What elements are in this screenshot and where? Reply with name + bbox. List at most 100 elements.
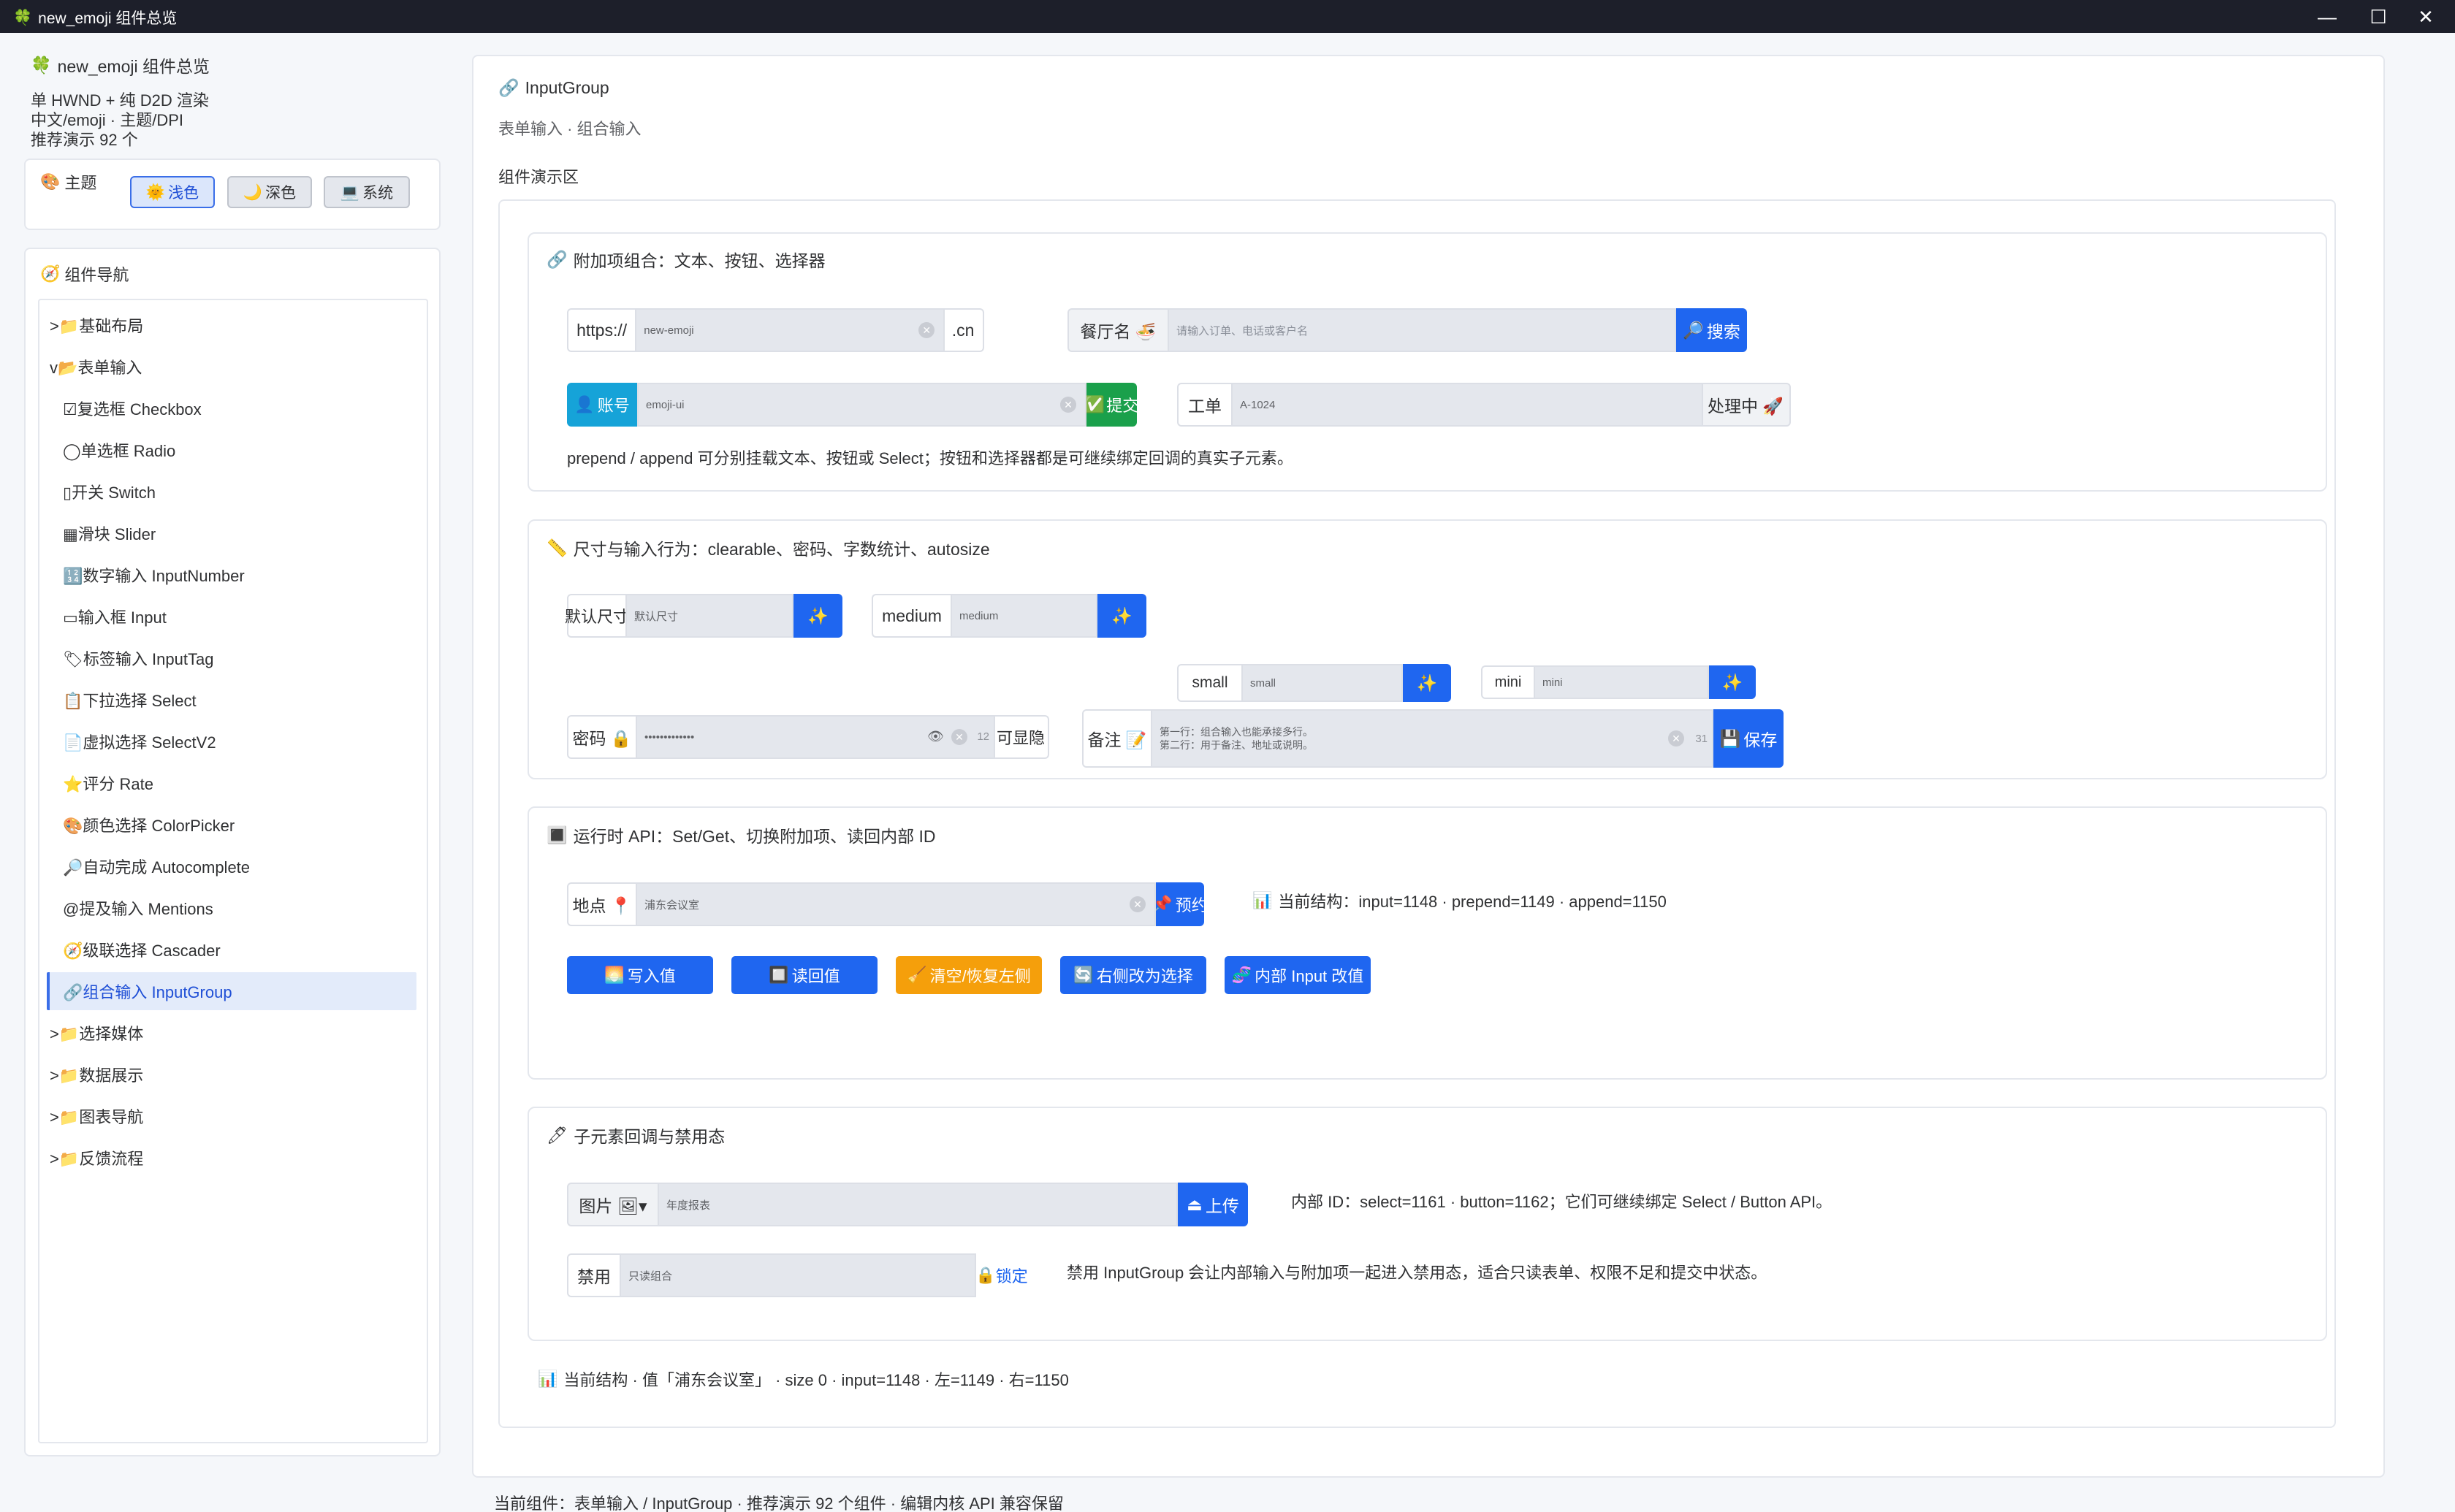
nav-item-switch[interactable]: ▯开关 Switch bbox=[63, 473, 156, 511]
chart-icon: 📊 bbox=[1252, 891, 1273, 909]
close-button[interactable]: ✕ bbox=[2404, 3, 2448, 31]
nav-item-autocomplete[interactable]: 🔎自动完成 Autocomplete bbox=[63, 847, 250, 885]
nav-item-colorpicker[interactable]: 🎨颜色选择 ColorPicker bbox=[63, 806, 235, 844]
nav-item-basic-layout[interactable]: >📁基础布局 bbox=[50, 306, 143, 344]
theme-button-label: 系统 bbox=[362, 185, 394, 202]
remark-textarea[interactable]: 第一行：组合输入也能承接多行。 第二行：用于备注、地址或说明。 ✕ 31 bbox=[1151, 709, 1713, 768]
disabled-input: 只读组合 bbox=[620, 1253, 976, 1297]
sparkle-icon: ✨ bbox=[807, 606, 829, 625]
nav-item-inputnumber[interactable]: 🔢数字输入 InputNumber bbox=[63, 556, 245, 594]
nav-item-checkbox[interactable]: ☑复选框 Checkbox bbox=[63, 389, 202, 427]
nav-item-chart-nav[interactable]: >📁图表导航 bbox=[50, 1097, 143, 1135]
nav-item-radio[interactable]: ◯单选框 Radio bbox=[63, 431, 175, 469]
append-toggle[interactable]: 可显隐 bbox=[994, 715, 1049, 759]
maximize-button[interactable]: ☐ bbox=[2356, 3, 2400, 31]
sparkle-button[interactable]: ✨ bbox=[1403, 664, 1451, 702]
url-input[interactable]: new-emoji ✕ bbox=[635, 308, 945, 352]
button-label: 搜索 bbox=[1706, 322, 1740, 341]
sparkle-button[interactable]: ✨ bbox=[793, 594, 842, 638]
input-group-medium: medium medium ✨ bbox=[872, 594, 1146, 638]
eye-icon[interactable]: 👁 bbox=[927, 730, 944, 743]
image-input[interactable]: 年度报表 bbox=[658, 1183, 1178, 1226]
app-description: 单 HWND + 纯 D2D 渲染 中文/emoji · 主题/DPI 推荐演示… bbox=[31, 91, 209, 150]
section-title-text: 子元素回调与禁用态 bbox=[574, 1127, 726, 1146]
theme-card: 🎨 主题 🌞 浅色 🌙 深色 💻 系统 bbox=[24, 159, 441, 230]
write-value-button[interactable]: 🌅 写入值 bbox=[567, 956, 713, 994]
default-size-input[interactable]: 默认尺寸 bbox=[625, 594, 793, 638]
nav-item-input[interactable]: ▭输入框 Input bbox=[63, 597, 167, 635]
sparkle-button[interactable]: ✨ bbox=[1709, 665, 1756, 699]
append-label: 锁定 bbox=[995, 1267, 1028, 1286]
input-placeholder: 请输入订单、电话或客户名 bbox=[1176, 324, 1309, 337]
clear-icon[interactable]: ✕ bbox=[951, 729, 967, 745]
user-icon: 👤 bbox=[574, 395, 595, 413]
password-input[interactable]: ••••••••••••• 👁 ✕ 12 bbox=[636, 715, 995, 759]
theme-system-button[interactable]: 💻 系统 bbox=[324, 176, 410, 208]
clear-icon[interactable]: ✕ bbox=[1130, 896, 1146, 912]
account-input[interactable]: emoji-ui ✕ bbox=[637, 383, 1086, 427]
nav-item-inputtag[interactable]: 🏷标签输入 InputTag bbox=[63, 639, 213, 677]
nav-item-selectv2[interactable]: 📄虚拟选择 SelectV2 bbox=[63, 722, 216, 760]
medium-input[interactable]: medium bbox=[951, 594, 1097, 638]
clear-icon[interactable]: ✕ bbox=[1668, 730, 1684, 747]
button-label: 内部 Input 改值 bbox=[1255, 967, 1364, 985]
append-status: 处理中 🚀 bbox=[1702, 383, 1791, 427]
mini-input[interactable]: mini bbox=[1534, 665, 1709, 699]
prepend-text: https:// bbox=[567, 308, 636, 352]
input-value: ••••••••••••• bbox=[644, 730, 695, 744]
search-input[interactable]: 请输入订单、电话或客户名 bbox=[1168, 308, 1676, 352]
theme-light-button[interactable]: 🌞 浅色 bbox=[130, 176, 215, 208]
save-button[interactable]: 💾 保存 bbox=[1713, 709, 1784, 768]
prepend-select[interactable]: 图片 🖼▾ bbox=[567, 1183, 658, 1226]
clear-icon[interactable]: ✕ bbox=[1060, 397, 1076, 413]
page-title-text: InputGroup bbox=[525, 78, 609, 97]
read-value-button[interactable]: 🔲 读回值 bbox=[731, 956, 878, 994]
nav-item-data-display[interactable]: >📁数据展示 bbox=[50, 1055, 143, 1093]
prepend-text: 禁用 bbox=[567, 1253, 620, 1297]
nav-item-select[interactable]: 📋下拉选择 Select bbox=[63, 681, 197, 719]
nav-item-feedback[interactable]: >📁反馈流程 bbox=[50, 1139, 143, 1177]
input-value: 年度报表 bbox=[666, 1199, 711, 1212]
search-button[interactable]: 🔎 搜索 bbox=[1676, 308, 1747, 352]
lock-icon: 🔒 bbox=[975, 1266, 996, 1284]
sparkle-button[interactable]: ✨ bbox=[1097, 594, 1146, 638]
window-titlebar: 🍀 new_emoji 组件总览 — ☐ ✕ bbox=[0, 0, 2455, 33]
nav-item-inputgroup[interactable]: 🔗组合输入 InputGroup bbox=[63, 972, 232, 1010]
input-group-small: small small ✨ bbox=[1177, 664, 1451, 702]
clear-restore-button[interactable]: 🧹 清空/恢复左侧 bbox=[896, 956, 1042, 994]
book-button[interactable]: 📌 预约 bbox=[1152, 882, 1208, 926]
theme-dark-button[interactable]: 🌙 深色 bbox=[227, 176, 312, 208]
prepend-text: 默认尺寸 bbox=[565, 594, 629, 638]
nav-item-slider[interactable]: ▦滑块 Slider bbox=[63, 514, 156, 552]
refresh-icon: 🔄 bbox=[1073, 966, 1094, 984]
nav-item-select-media[interactable]: >📁选择媒体 bbox=[50, 1014, 143, 1052]
input-value: 默认尺寸 bbox=[634, 610, 679, 623]
nav-item-form-input[interactable]: v📂表单输入 bbox=[50, 348, 142, 386]
right-to-select-button[interactable]: 🔄 右侧改为选择 bbox=[1060, 956, 1206, 994]
location-input[interactable]: 浦东会议室 ✕ bbox=[636, 882, 1156, 926]
desc-line: 单 HWND + 纯 D2D 渲染 bbox=[31, 91, 209, 110]
nav-item-mentions[interactable]: @提及输入 Mentions bbox=[63, 889, 213, 927]
inner-input-change-button[interactable]: 🧬 内部 Input 改值 bbox=[1225, 956, 1371, 994]
nav-title-text: 组件导航 bbox=[64, 266, 129, 284]
prepend-select[interactable]: 餐厅名 🍜 bbox=[1067, 308, 1168, 352]
compass-icon: 🧭 bbox=[40, 264, 61, 283]
nav-item-rate[interactable]: ⭐评分 Rate bbox=[63, 764, 153, 802]
laptop-icon: 💻 bbox=[340, 183, 360, 201]
input-group-password: 密码 🔒 ••••••••••••• 👁 ✕ 12 可显隐 bbox=[567, 715, 1049, 759]
prepend-text: mini bbox=[1481, 665, 1534, 699]
prepend-text: 密码 🔒 bbox=[567, 715, 636, 759]
small-input[interactable]: small bbox=[1241, 664, 1403, 702]
upload-button[interactable]: ⏏ 上传 bbox=[1178, 1183, 1248, 1226]
minimize-button[interactable]: — bbox=[2305, 3, 2349, 31]
nav-item-cascader[interactable]: 🧭级联选择 Cascader bbox=[63, 931, 221, 969]
account-prepend-button[interactable]: 👤 账号 bbox=[567, 383, 637, 427]
pen-icon: 🖊 bbox=[547, 1125, 568, 1145]
image-group-note: 内部 ID：select=1161 · button=1162；它们可继续绑定 … bbox=[1291, 1193, 1832, 1211]
ticket-input[interactable]: A-1024 bbox=[1231, 383, 1703, 427]
prepend-text: 工单 bbox=[1177, 383, 1231, 427]
clear-icon[interactable]: ✕ bbox=[918, 322, 935, 338]
submit-button[interactable]: ✅ 提交 bbox=[1085, 383, 1138, 427]
section-title-text: 附加项组合：文本、按钮、选择器 bbox=[573, 251, 826, 270]
status-bar: 当前组件：表单输入 / InputGroup · 推荐演示 92 个组件 · 编… bbox=[494, 1494, 1064, 1512]
